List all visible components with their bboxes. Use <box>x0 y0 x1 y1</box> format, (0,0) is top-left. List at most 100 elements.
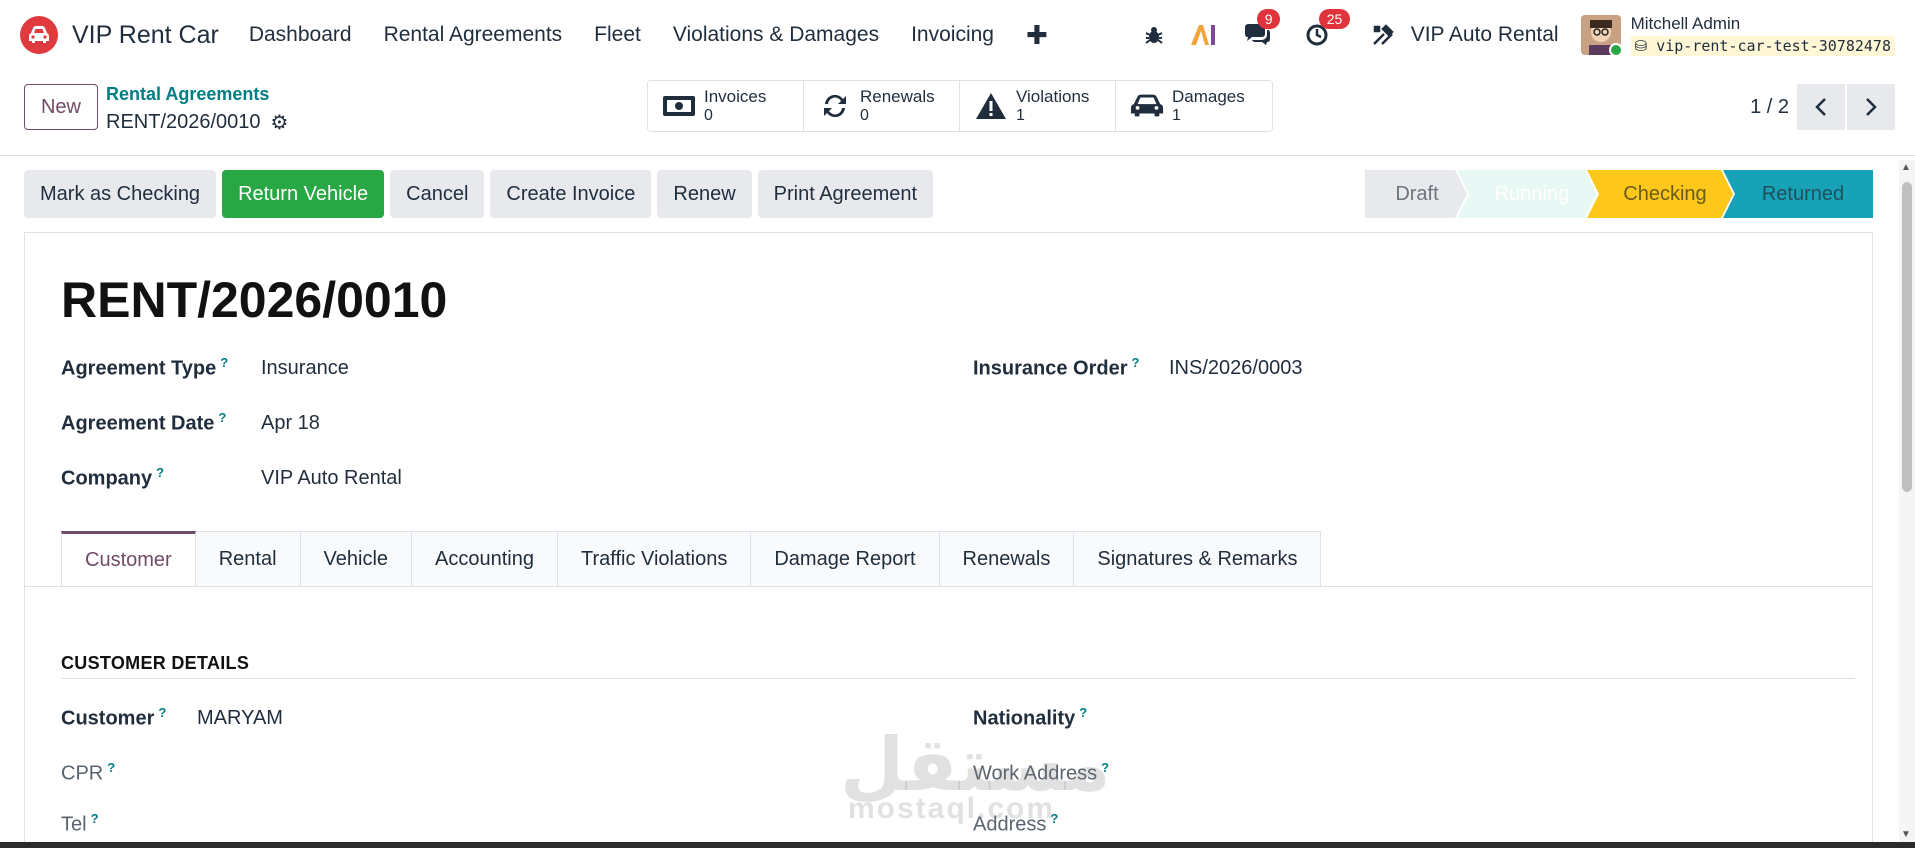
help-icon[interactable]: ? <box>158 705 166 720</box>
activity-clock-icon[interactable]: 25 <box>1305 9 1351 47</box>
customer-value[interactable]: MARYAM <box>197 707 283 730</box>
help-icon[interactable]: ? <box>107 760 115 775</box>
insurance-order-value[interactable]: INS/2026/0003 <box>1169 357 1302 380</box>
mark-as-checking-button[interactable]: Mark as Checking <box>24 170 217 218</box>
renewals-label: Renewals <box>860 87 935 106</box>
messages-icon[interactable]: 9 <box>1243 9 1281 47</box>
pager-previous-button[interactable] <box>1797 84 1845 130</box>
damages-label: Damages <box>1172 87 1245 106</box>
customer-label: Customer? <box>61 705 166 731</box>
help-icon[interactable]: ? <box>91 811 99 826</box>
help-icon[interactable]: ? <box>218 410 226 425</box>
help-icon[interactable]: ? <box>156 465 164 480</box>
money-icon <box>662 92 696 120</box>
gear-icon[interactable]: ⚙ <box>271 110 289 135</box>
tab-customer[interactable]: Customer <box>61 531 196 587</box>
action-buttons: Mark as Checking Return Vehicle Cancel C… <box>24 170 939 218</box>
chevron-left-icon <box>1815 98 1826 116</box>
help-icon[interactable]: ? <box>1079 705 1087 720</box>
scroll-down-icon[interactable]: ▼ <box>1901 829 1911 840</box>
taskbar-strip <box>0 842 1915 848</box>
notebook-tabs: Customer Rental Vehicle Accounting Traff… <box>61 531 1322 587</box>
invoices-smart-text: Invoices 0 <box>704 87 766 125</box>
scroll-up-icon[interactable]: ▲ <box>1901 162 1911 173</box>
systray: 9 25 VIP Auto Rental Mitchell Admin ⛁ vi… <box>1119 0 1895 70</box>
menu-violations-damages[interactable]: Violations & Damages <box>673 23 879 47</box>
invoices-count: 0 <box>704 107 713 124</box>
damages-smart-button[interactable]: Damages 1 <box>1116 81 1272 131</box>
company-switcher[interactable]: VIP Auto Rental <box>1411 23 1559 47</box>
tab-signatures-remarks[interactable]: Signatures & Remarks <box>1074 531 1322 587</box>
stage-checking[interactable]: Checking <box>1587 170 1733 218</box>
app-name[interactable]: VIP Rent Car <box>72 21 219 50</box>
menu-invoicing[interactable]: Invoicing <box>911 23 994 47</box>
return-vehicle-button[interactable]: Return Vehicle <box>222 170 385 218</box>
agreement-type-label-text: Agreement Type <box>61 357 217 380</box>
database-name-text: vip-rent-car-test-30782478 <box>1656 37 1891 55</box>
warning-icon <box>974 92 1008 120</box>
user-avatar[interactable] <box>1580 15 1621 55</box>
tab-rental[interactable]: Rental <box>195 531 301 587</box>
pager-next-button[interactable] <box>1847 84 1895 130</box>
violations-label: Violations <box>1016 87 1090 106</box>
customer-details-title: CUSTOMER DETAILS <box>61 653 250 673</box>
smart-buttons: Invoices 0 Renewals 0 Violations 1 Damag… <box>647 80 1273 132</box>
scroll-thumb[interactable] <box>1902 182 1912 492</box>
insurance-order-label-text: Insurance Order <box>973 357 1128 380</box>
tab-traffic-violations[interactable]: Traffic Violations <box>557 531 752 587</box>
chevron-right-icon <box>1866 98 1877 116</box>
pager-value[interactable]: 1 / 2 <box>1750 96 1789 119</box>
user-menu[interactable]: Mitchell Admin ⛁ vip-rent-car-test-30782… <box>1630 14 1895 56</box>
control-panel: New Rental Agreements RENT/2026/0010 ⚙ I… <box>0 70 1915 156</box>
menu-fleet[interactable]: Fleet <box>594 23 641 47</box>
tools-icon[interactable] <box>1371 23 1395 47</box>
company-value[interactable]: VIP Auto Rental <box>261 467 402 490</box>
renewals-smart-button[interactable]: Renewals 0 <box>804 81 960 131</box>
vertical-scrollbar[interactable]: ▲ ▼ <box>1899 160 1915 842</box>
cpr-label: CPR? <box>61 760 115 786</box>
plus-icon[interactable]: ✚ <box>1026 20 1048 51</box>
breadcrumb-rental-agreements[interactable]: Rental Agreements <box>106 84 269 105</box>
cancel-button[interactable]: Cancel <box>390 170 485 218</box>
agreement-type-label: Agreement Type? <box>61 355 228 381</box>
car-icon <box>1130 92 1164 120</box>
violations-smart-button[interactable]: Violations 1 <box>960 81 1116 131</box>
renewals-count: 0 <box>860 107 869 124</box>
refresh-icon <box>818 92 852 120</box>
renew-button[interactable]: Renew <box>657 170 752 218</box>
tel-label-text: Tel <box>61 813 87 836</box>
breadcrumb-current-record: RENT/2026/0010 ⚙ <box>106 110 288 135</box>
tab-damage-report[interactable]: Damage Report <box>751 531 940 587</box>
watermark-url: mostaql.com <box>848 792 1056 825</box>
help-icon[interactable]: ? <box>220 355 228 370</box>
tab-renewals[interactable]: Renewals <box>939 531 1075 587</box>
tab-accounting[interactable]: Accounting <box>412 531 558 587</box>
tab-vehicle[interactable]: Vehicle <box>300 531 413 587</box>
stage-draft[interactable]: Draft <box>1365 170 1467 218</box>
stage-running[interactable]: Running <box>1457 170 1597 218</box>
bug-icon[interactable] <box>1143 24 1165 46</box>
stage-pipeline: Draft Running Checking Returned <box>1365 170 1873 218</box>
stage-returned[interactable]: Returned <box>1723 170 1873 218</box>
new-button[interactable]: New <box>24 84 98 130</box>
ai-icon[interactable] <box>1189 23 1219 47</box>
damages-smart-text: Damages 1 <box>1172 87 1245 125</box>
app-logo-icon[interactable] <box>20 16 58 54</box>
activities-badge: 25 <box>1318 9 1351 29</box>
company-label: Company? <box>61 465 164 491</box>
menu-dashboard[interactable]: Dashboard <box>249 23 352 47</box>
agreement-date-value[interactable]: Apr 18 <box>261 412 320 435</box>
section-divider <box>61 678 1855 679</box>
create-invoice-button[interactable]: Create Invoice <box>490 170 652 218</box>
pager-buttons <box>1797 84 1895 130</box>
insurance-order-label: Insurance Order? <box>973 355 1139 381</box>
tel-label: Tel? <box>61 811 99 837</box>
print-agreement-button[interactable]: Print Agreement <box>757 170 934 218</box>
user-name: Mitchell Admin <box>1630 14 1741 33</box>
menu-rental-agreements[interactable]: Rental Agreements <box>384 23 563 47</box>
invoices-smart-button[interactable]: Invoices 0 <box>648 81 804 131</box>
help-icon[interactable]: ? <box>1132 355 1140 370</box>
agreement-date-label-text: Agreement Date <box>61 412 215 435</box>
violations-count: 1 <box>1016 107 1025 124</box>
agreement-type-value[interactable]: Insurance <box>261 357 349 380</box>
